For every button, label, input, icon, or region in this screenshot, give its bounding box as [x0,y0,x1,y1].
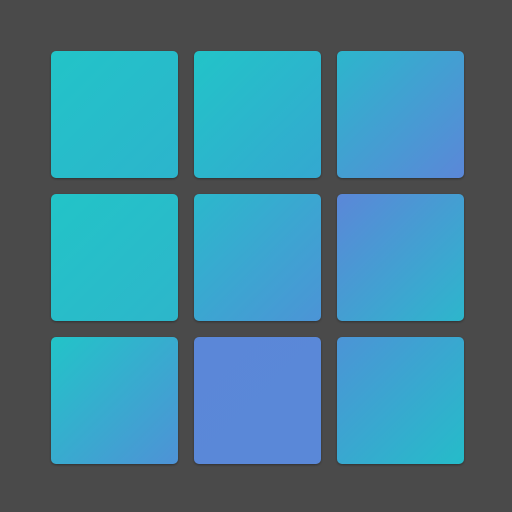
tile-r3-c2[interactable] [194,337,321,464]
tile-r1-c1[interactable] [51,51,178,178]
tile-grid [51,51,465,465]
tile-r1-c3[interactable] [337,51,464,178]
tile-r2-c3[interactable] [337,194,464,321]
tile-r2-c2[interactable] [194,194,321,321]
tile-r1-c2[interactable] [194,51,321,178]
tile-r3-c3[interactable] [337,337,464,464]
app-screen [0,0,512,512]
tile-r2-c1[interactable] [51,194,178,321]
tile-r3-c1[interactable] [51,337,178,464]
